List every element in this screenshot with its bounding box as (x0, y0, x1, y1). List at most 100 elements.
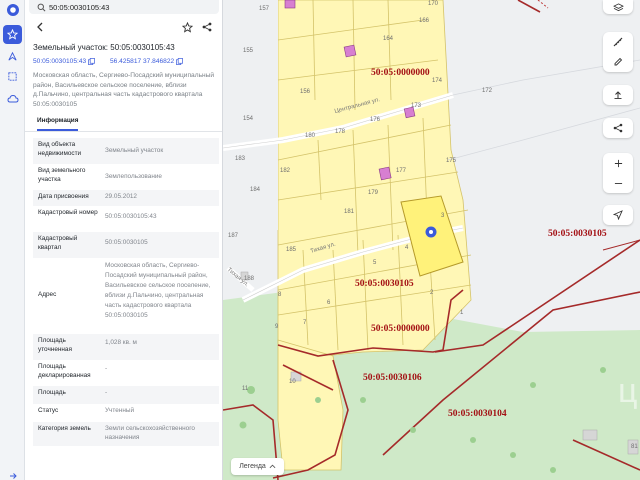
route-icon[interactable] (3, 47, 22, 66)
cadastral-quarter-label: 50:05:0030106 (363, 373, 422, 383)
parcel-number: 181 (344, 209, 355, 215)
share-button[interactable] (200, 19, 214, 35)
unassigned-block (223, 0, 278, 244)
building (378, 166, 392, 181)
legend-button[interactable]: Легенда (231, 458, 284, 475)
property-value: Учтенный (105, 407, 135, 414)
property-value: 1,028 кв. м (105, 339, 137, 346)
parcel-number: 183 (235, 156, 246, 162)
property-value: 29.05.2012 (105, 193, 137, 200)
zoom-out-button[interactable] (603, 173, 633, 193)
property-value: 50:05:0030105:43 (105, 213, 157, 220)
plus-icon (614, 159, 622, 167)
favorite-button[interactable] (180, 19, 194, 35)
table-row: Категория земель Земли сельскохозяйствен… (33, 422, 219, 446)
parcel-number: 175 (446, 158, 457, 164)
edit-button[interactable] (603, 52, 633, 72)
collapse-arrow-icon[interactable] (3, 466, 22, 480)
property-value: Московская область, Сергиево-Посадский м… (105, 262, 211, 319)
cadastral-quarter-label: 50:05:0030104 (448, 409, 507, 419)
zoom-in-button[interactable] (603, 153, 633, 173)
property-value: 50:05:0030105 (105, 239, 148, 246)
layers-button[interactable] (603, 0, 633, 14)
ruler-button[interactable] (603, 32, 633, 52)
my-location-button[interactable] (603, 205, 633, 225)
parcel-number: 180 (305, 133, 316, 139)
property-value: Земли сельскохозяйственного назначения (105, 425, 195, 441)
parcel-number: 185 (286, 247, 297, 253)
chevron-left-icon (37, 22, 43, 32)
table-row: Адрес Московская область, Сергиево-Посад… (33, 258, 219, 334)
cadastral-quarter-label: 50:05:0000000 (371, 68, 430, 78)
property-key: Категория земель (38, 425, 91, 432)
table-row: Статус Учтенный (33, 404, 219, 422)
ruler-icon (613, 37, 623, 47)
copy-icon[interactable] (88, 58, 96, 65)
area-select-icon[interactable] (3, 67, 22, 86)
tab-divider (25, 131, 222, 132)
share-icon (202, 22, 212, 32)
search-icon (37, 3, 46, 11)
parcel-number: 177 (396, 168, 407, 174)
property-key: Площадь декларированная (38, 363, 91, 379)
map-share-button[interactable] (603, 118, 633, 138)
app-root: Земельный участок: 50:05:0030105:43 50:0… (0, 0, 640, 480)
navigation-arrow-icon (613, 210, 623, 220)
cadastral-quarter-label: 50:05:0030105 (548, 229, 607, 239)
property-key: Вид объекта недвижимости (38, 141, 82, 157)
info-panel: Земельный участок: 50:05:0030105:43 50:0… (25, 0, 223, 480)
parcel-number: 182 (280, 168, 291, 174)
coordinates-chip[interactable]: 56.425817 37.846822 (110, 58, 184, 65)
table-row: Кадастровый квартал 50:05:0030105 (33, 232, 219, 258)
share-icon (613, 123, 623, 133)
upload-button[interactable] (603, 85, 633, 105)
table-row: Вид земельного участка Землепользование (33, 164, 219, 190)
properties-table: Вид объекта недвижимости Земельный участ… (33, 138, 219, 446)
cadastral-map[interactable]: 157 170 166 155 164 172 173 156 174 180 178 176 154 1… (223, 0, 640, 480)
logo-icon[interactable] (3, 0, 22, 19)
legend-label: Легенда (239, 463, 266, 470)
property-key: Площадь (38, 389, 66, 396)
favorites-star-icon[interactable] (3, 25, 22, 44)
cadastral-quarter-label: 50:05:0000000 (371, 324, 430, 334)
chevron-up-icon (269, 464, 276, 469)
parcel-title: Земельный участок: 50:05:0030105:43 (33, 43, 175, 52)
back-button[interactable] (33, 19, 47, 35)
table-row: Площадь декларированная - (33, 360, 219, 386)
parcel-strip (277, 339, 344, 471)
parcel-number: 155 (243, 48, 254, 54)
pencil-icon (614, 57, 623, 66)
parcel-number: 174 (432, 78, 443, 84)
copy-icon[interactable] (176, 58, 184, 65)
parcel-number: 164 (383, 36, 394, 42)
table-row: Кадастровый номер 50:05:0030105:43 (33, 206, 219, 232)
property-value: - (105, 389, 108, 396)
map-canvas[interactable]: 157 170 166 155 164 172 173 156 174 180 178 176 154 1… (223, 0, 640, 480)
parcel-number: 11 (242, 386, 249, 392)
minus-icon (614, 182, 622, 184)
left-rail (0, 0, 25, 480)
parcel-number: 170 (428, 1, 439, 7)
zoom-controls (603, 153, 633, 193)
cadastral-number-text: 50:05:0030105:43 (33, 58, 87, 65)
cadastral-number-chip[interactable]: 50:05:0030105:43 (33, 58, 96, 65)
search-input[interactable] (49, 1, 209, 13)
share-control (603, 118, 633, 138)
parcel-number: 156 (300, 89, 311, 95)
tab-information[interactable]: Информация (37, 117, 79, 131)
table-row: Дата присвоения 29.05.2012 (33, 190, 219, 206)
layers-control[interactable] (603, 0, 633, 14)
search-bar[interactable] (29, 0, 219, 14)
parcel-number: 178 (335, 129, 346, 135)
location-pin-icon[interactable] (425, 226, 437, 238)
property-key: Адрес (38, 291, 57, 298)
parcel-address: Московская область, Сергиево-Посадский м… (33, 72, 215, 108)
property-key: Площадь уточненная (38, 337, 72, 353)
upload-control (603, 85, 633, 105)
property-key: Кадастровый квартал (38, 235, 78, 251)
upload-icon (614, 91, 622, 99)
star-icon (181, 21, 193, 33)
parcel-number: 166 (419, 18, 430, 24)
geolocation-control (603, 205, 633, 225)
cloud-icon[interactable] (3, 89, 22, 108)
